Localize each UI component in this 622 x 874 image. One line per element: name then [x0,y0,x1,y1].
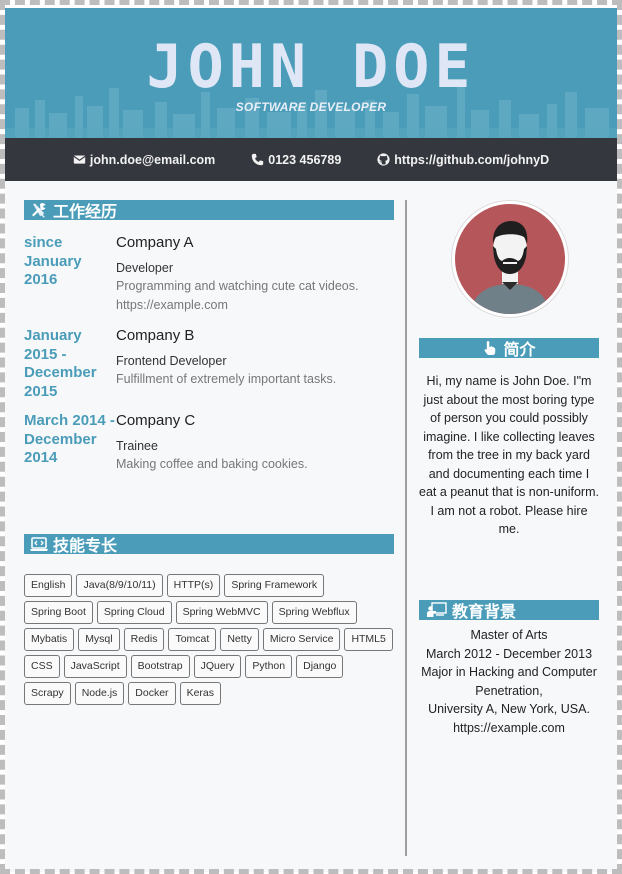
job-date-line: 2016 [24,271,58,288]
left-column: 工作经历 since January 2016 Company A Develo… [24,200,394,705]
skill-tag: Spring Cloud [96,601,172,624]
email-icon [73,155,86,164]
tools-icon [32,203,46,218]
job-details: Company B Frontend Developer Fulfillment… [116,327,394,401]
job-date-line: January [24,252,82,270]
avatar [451,200,569,318]
skill-tag: Django [296,655,344,678]
education-major: Major in Hacking and Computer Penetratio… [421,665,597,698]
job-description: Fulfillment of extremely important tasks… [116,372,337,386]
contact-github[interactable]: https://github.com/johnyD [377,153,549,167]
contact-phone[interactable]: 0123 456789 [251,153,341,167]
job-date-line: 2015 [24,382,58,400]
skill-tag: Mybatis [24,628,75,651]
education-details: Master of Arts March 2012 - December 201… [419,626,599,738]
experience-heading: 工作经历 [24,200,394,221]
job-date: March 2014 - December 2014 [24,412,116,474]
skill-tag: Redis [123,628,165,651]
job-details: Company A Developer Programming and watc… [116,234,394,314]
skill-tag: Java(8/9/10/11) [76,574,163,597]
email-text: john.doe@email.com [89,152,216,167]
job-description: Programming and watching cute cat videos… [116,279,359,293]
skill-tag: Micro Service [262,628,341,651]
education-heading: 教育背景 [419,600,599,621]
column-divider [405,200,407,856]
job-entry: since January 2016 Company A Developer P… [24,234,394,314]
skill-tag: Spring Webflux [271,601,357,624]
job-date-line: January [24,327,82,344]
job-entry: March 2014 - December 2014 Company C Tra… [24,412,394,474]
contact-email[interactable]: john.doe@email.com [73,153,215,167]
job-date-line: December [24,430,97,448]
skill-tag: CSS [24,655,60,678]
hand-pointer-icon [485,341,496,355]
skill-tag: Spring Boot [24,601,93,624]
skills-title: 技能专长 [53,538,118,555]
skills-list: English Java(8/9/10/11) HTTP(s) Spring Fram… [24,574,394,705]
skill-tag: Keras [179,682,221,705]
about-text: Hi, my name is John Doe. I"m just about … [419,374,599,536]
contact-bar: john.doe@email.com 0123 456789 https://g… [5,138,617,181]
education-school: University A, New York, USA. [428,702,590,717]
experience-title: 工作经历 [53,204,118,221]
job-date-line: 2015 - [24,345,67,363]
skill-tag: JavaScript [63,655,127,678]
education-title: 教育背景 [452,604,517,621]
avatar-illustration [455,204,565,314]
candidate-role: SOFTWARE DEVELOPER [235,100,387,114]
job-details: Company C Trainee Making coffee and baki… [116,412,394,474]
job-title: Frontend Developer [116,354,227,368]
job-company: Company B [116,327,195,344]
skill-tag: Node.js [74,682,125,705]
job-title: Trainee [116,439,158,453]
job-entry: January 2015 - December 2015 Company B F… [24,327,394,401]
education-link[interactable]: https://example.com [419,719,599,738]
about-heading: 简介 [419,338,599,359]
job-date: January 2015 - December 2015 [24,327,116,401]
github-icon [377,153,390,166]
skill-tag: Bootstrap [130,655,190,678]
skill-tag: Docker [128,682,176,705]
job-date-line: March 2014 - [24,412,115,429]
skill-tag: Python [245,655,293,678]
skill-tag: JQuery [193,655,242,678]
phone-text: 0123 456789 [268,152,342,167]
skill-tag: Netty [220,628,259,651]
job-company: Company A [116,234,194,251]
skill-tag: Tomcat [168,628,217,651]
job-date-line: since [24,234,63,251]
job-link[interactable]: https://example.com [116,296,394,315]
skill-tag: Mysql [78,628,120,651]
job-date: since January 2016 [24,234,116,314]
education-degree: Master of Arts [470,628,548,642]
skill-tag: HTML5 [344,628,393,651]
about-title: 简介 [503,342,536,359]
skill-tag: Scrapy [24,682,71,705]
candidate-name: JOHN DOE [146,32,476,102]
job-date-line: December [24,364,97,381]
skill-tag: HTTP(s) [166,574,221,597]
skills-heading: 技能专长 [24,534,394,555]
skill-tag: English [24,574,73,597]
teacher-icon [427,602,447,617]
job-company: Company C [116,412,196,429]
resume-page: JOHN DOE SOFTWARE DEVELOPER john.doe@ema… [5,8,617,872]
job-date-line: 2014 [24,449,58,466]
skill-tag: Spring WebMVC [175,601,268,624]
skill-tag: Spring Framework [224,574,325,597]
phone-icon [252,153,264,166]
resume-header: JOHN DOE SOFTWARE DEVELOPER [5,8,617,138]
job-title: Developer [116,261,173,275]
github-text: https://github.com/johnyD [394,152,550,167]
education-period: March 2012 - December 2013 [425,646,593,661]
laptop-code-icon [30,537,48,551]
job-description: Making coffee and baking cookies. [116,457,308,471]
